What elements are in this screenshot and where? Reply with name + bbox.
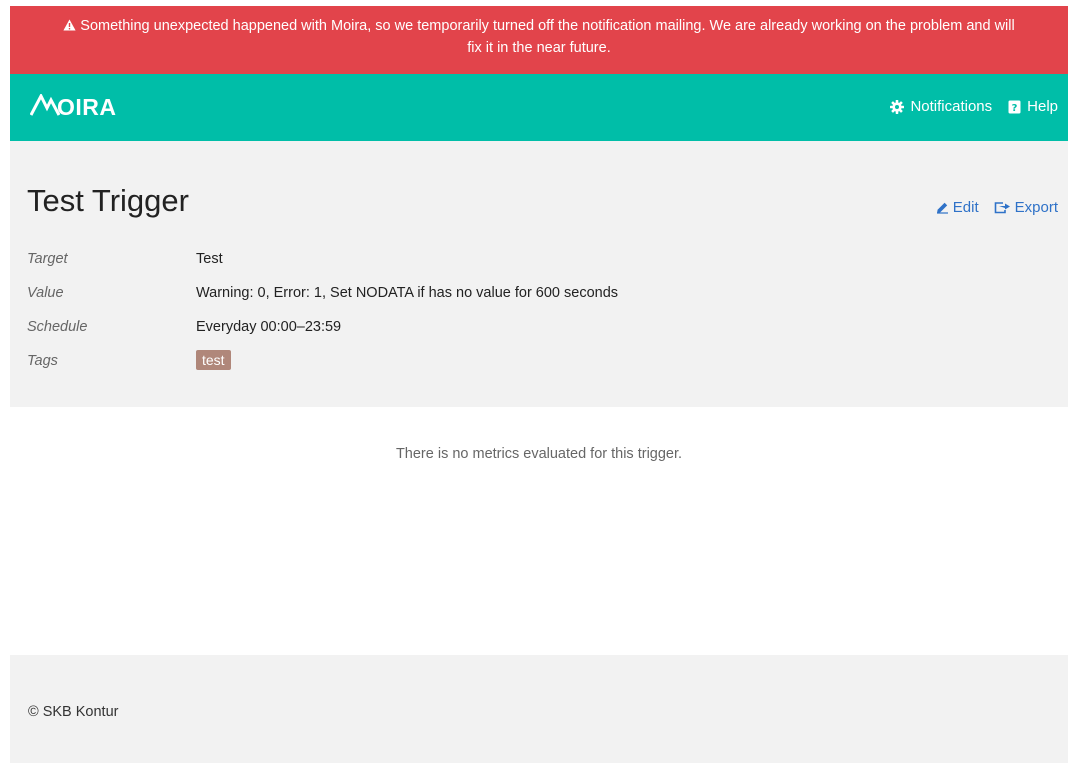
field-value-row: Value Warning: 0, Error: 1, Set NODATA i…	[27, 285, 618, 319]
field-tags: Tags test	[27, 350, 618, 387]
header-nav: Notifications ? Help	[890, 98, 1058, 115]
help-link[interactable]: ? Help	[1008, 98, 1058, 115]
mailing-disabled-alert: Something unexpected happened with Moira…	[10, 6, 1068, 74]
no-metrics-message: There is no metrics evaluated for this t…	[395, 446, 683, 462]
export-button[interactable]: Export	[994, 199, 1058, 216]
field-value: Everyday 00:00–23:59	[196, 319, 342, 335]
pencil-icon	[936, 201, 949, 214]
footer: © SKB Kontur	[10, 655, 1068, 763]
warning-icon	[63, 17, 76, 38]
field-label: Target	[27, 251, 68, 267]
field-schedule: Schedule Everyday 00:00–23:59	[27, 319, 618, 353]
field-label: Value	[27, 285, 64, 301]
help-icon: ?	[1008, 100, 1021, 114]
moira-logo[interactable]: OIRA	[29, 92, 117, 121]
tag-badge[interactable]: test	[196, 350, 231, 370]
field-label: Schedule	[27, 319, 88, 335]
export-label: Export	[1014, 199, 1058, 216]
field-target: Target Test	[27, 251, 618, 285]
export-icon	[994, 201, 1011, 214]
edit-label: Edit	[952, 199, 979, 216]
logo-mark-icon	[29, 92, 61, 121]
notifications-label: Notifications	[910, 98, 993, 115]
trigger-info-panel: Test Trigger Edit Export Target Test Val…	[10, 141, 1068, 407]
edit-button[interactable]: Edit	[936, 199, 979, 216]
page: Something unexpected happened with Moira…	[0, 0, 1068, 763]
gear-icon	[890, 99, 905, 114]
field-label: Tags	[27, 353, 58, 369]
alert-text-line-1: Something unexpected happened with Moira…	[80, 18, 1015, 34]
help-label: Help	[1027, 98, 1058, 115]
field-value: Warning: 0, Error: 1, Set NODATA if has …	[196, 285, 619, 301]
svg-text:?: ?	[1012, 103, 1018, 114]
trigger-fields: Target Test Value Warning: 0, Error: 1, …	[27, 251, 618, 387]
top-navbar: OIRA Notifications ? Help	[10, 74, 1068, 141]
trigger-actions: Edit Export	[936, 199, 1058, 216]
tags-list: test	[196, 350, 231, 370]
copyright-text: © SKB Kontur	[28, 704, 119, 720]
field-value: Test	[196, 251, 223, 267]
notifications-link[interactable]: Notifications	[890, 98, 992, 115]
logo-text: OIRA	[57, 93, 117, 120]
alert-line-1: Something unexpected happened with Moira…	[10, 16, 1068, 38]
trigger-title: Test Trigger	[27, 183, 189, 218]
alert-text-line-2: fix it in the near future.	[467, 40, 611, 56]
